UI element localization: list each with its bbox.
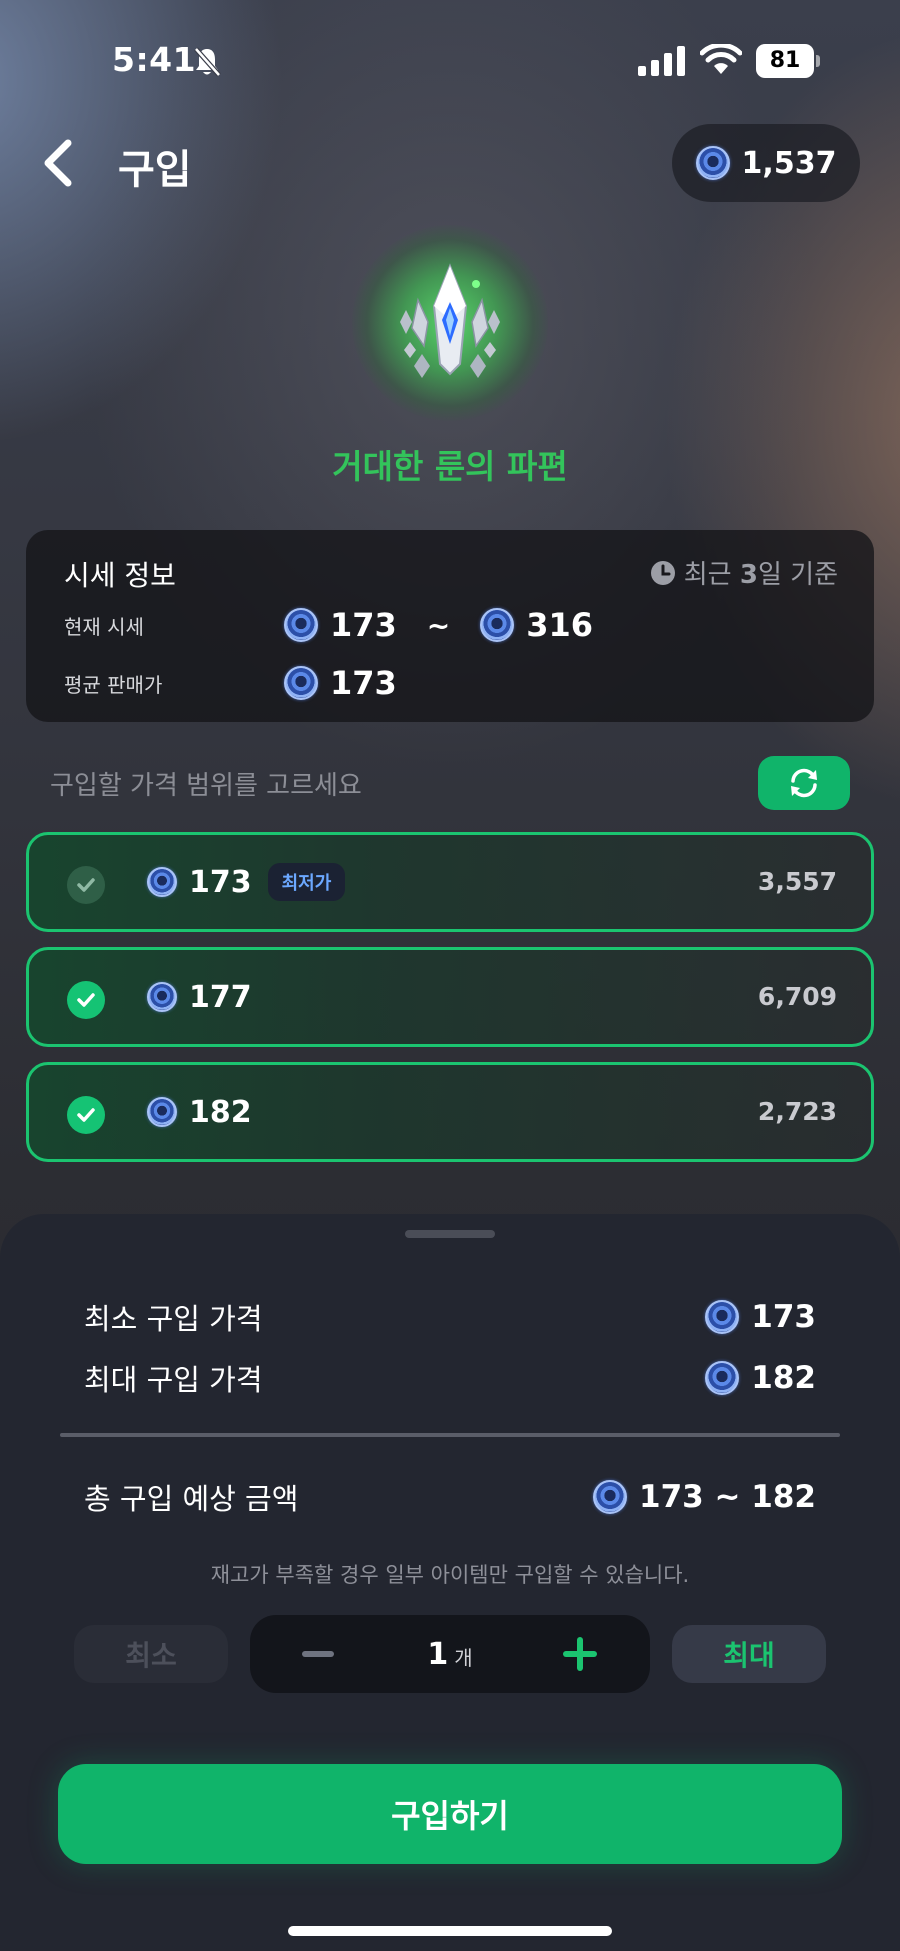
price-period: 최근 3일 기준 bbox=[650, 554, 838, 591]
coin-icon bbox=[705, 1361, 740, 1395]
coin-icon bbox=[593, 1480, 628, 1514]
increase-button[interactable] bbox=[560, 1634, 600, 1674]
page-title: 구입 bbox=[118, 147, 192, 193]
min-quantity-button[interactable]: 최소 bbox=[74, 1625, 228, 1683]
coin-icon bbox=[480, 608, 515, 642]
option-quantity: 6,709 bbox=[757, 982, 837, 1011]
sheet-handle[interactable] bbox=[405, 1230, 495, 1238]
check-icon bbox=[77, 993, 95, 1007]
coin-icon bbox=[147, 982, 177, 1012]
chevron-left-icon[interactable] bbox=[38, 137, 78, 189]
price-option-177[interactable]: 177 6,709 bbox=[26, 947, 874, 1047]
price-range-prompt: 구입할 가격 범위를 고르세요 bbox=[50, 771, 362, 801]
total-price-value: 173 ~ 182 bbox=[639, 1479, 816, 1515]
total-price-label: 총 구입 예상 금액 bbox=[84, 1482, 299, 1516]
coin-icon bbox=[147, 867, 177, 897]
balance-pill: 1,537 bbox=[672, 124, 860, 202]
balance-value: 1,537 bbox=[741, 145, 837, 181]
coin-icon bbox=[284, 608, 318, 642]
current-price-row: 현재 시세 173 ~ 316 bbox=[64, 606, 593, 644]
period-prefix: 최근 bbox=[683, 560, 740, 590]
refresh-button[interactable] bbox=[758, 756, 850, 810]
option-quantity: 2,723 bbox=[757, 1097, 837, 1126]
period-suffix: 일 기준 bbox=[757, 560, 838, 590]
max-price-row: 최대 구입 가격 182 bbox=[84, 1357, 816, 1399]
minus-icon bbox=[302, 1651, 334, 1657]
coin-icon bbox=[147, 1097, 177, 1127]
option-price: 182 bbox=[189, 1094, 252, 1130]
price-option-173[interactable]: 173 최저가 3,557 bbox=[26, 832, 874, 932]
wifi-icon bbox=[700, 44, 742, 74]
coin-icon bbox=[284, 666, 318, 700]
battery-icon: 81 bbox=[756, 44, 820, 78]
quantity-stepper: 1 개 bbox=[250, 1615, 650, 1693]
option-price: 173 bbox=[189, 864, 252, 900]
status-bar: 5:41 81 bbox=[0, 0, 900, 120]
purchase-sheet: 최소 구입 가격 173 최대 구입 가격 182 총 구입 예상 금액 173… bbox=[0, 1214, 900, 1951]
min-price-label: 최소 구입 가격 bbox=[84, 1302, 263, 1336]
item-name: 거대한 룬의 파편 bbox=[332, 447, 568, 486]
max-price-label: 최대 구입 가격 bbox=[84, 1363, 263, 1397]
average-price-label: 평균 판매가 bbox=[64, 672, 163, 697]
rune-crystal-icon bbox=[400, 263, 500, 378]
stock-notice: 재고가 부족할 경우 일부 아이템만 구입할 수 있습니다. bbox=[210, 1563, 690, 1587]
average-price-row: 평균 판매가 173 bbox=[64, 664, 397, 702]
price-info-card: 시세 정보 최근 3일 기준 현재 시세 173 ~ 316 평균 판매가 17… bbox=[26, 530, 874, 722]
coin-icon bbox=[695, 146, 730, 180]
divider bbox=[60, 1433, 840, 1437]
current-price-tilde: ~ bbox=[426, 608, 451, 642]
decrease-button[interactable] bbox=[300, 1636, 336, 1672]
min-price-row: 최소 구입 가격 173 bbox=[84, 1296, 816, 1338]
total-price-row: 총 구입 예상 금액 173 ~ 182 bbox=[84, 1476, 816, 1518]
buy-button[interactable]: 구입하기 bbox=[58, 1764, 842, 1864]
clock-icon bbox=[650, 560, 675, 585]
status-time: 5:41 bbox=[112, 40, 197, 79]
average-price-value: 173 bbox=[330, 664, 397, 702]
checkbox[interactable] bbox=[67, 1096, 105, 1134]
lowest-price-badge: 최저가 bbox=[267, 863, 346, 901]
period-days: 3 bbox=[739, 560, 758, 590]
check-icon bbox=[77, 1108, 95, 1122]
current-price-min: 173 bbox=[330, 606, 397, 644]
battery-level: 81 bbox=[756, 44, 814, 78]
bell-slash-icon bbox=[194, 47, 221, 77]
quantity-value: 1 bbox=[427, 1636, 449, 1672]
price-option-182[interactable]: 182 2,723 bbox=[26, 1062, 874, 1162]
max-quantity-button[interactable]: 최대 bbox=[672, 1625, 826, 1683]
signal-icon bbox=[638, 46, 685, 76]
option-price: 177 bbox=[189, 979, 252, 1015]
check-icon bbox=[77, 878, 95, 892]
checkbox[interactable] bbox=[67, 866, 105, 904]
plus-icon bbox=[563, 1637, 597, 1671]
refresh-icon bbox=[791, 768, 817, 798]
home-indicator bbox=[288, 1926, 612, 1936]
option-quantity: 3,557 bbox=[757, 867, 837, 896]
current-price-max: 316 bbox=[526, 606, 594, 644]
coin-icon bbox=[705, 1300, 740, 1334]
max-price-value: 182 bbox=[751, 1360, 816, 1396]
price-info-title: 시세 정보 bbox=[64, 559, 176, 592]
checkbox[interactable] bbox=[67, 981, 105, 1019]
min-price-value: 173 bbox=[751, 1299, 816, 1335]
current-price-label: 현재 시세 bbox=[64, 614, 144, 639]
quantity-unit: 개 bbox=[454, 1645, 473, 1670]
